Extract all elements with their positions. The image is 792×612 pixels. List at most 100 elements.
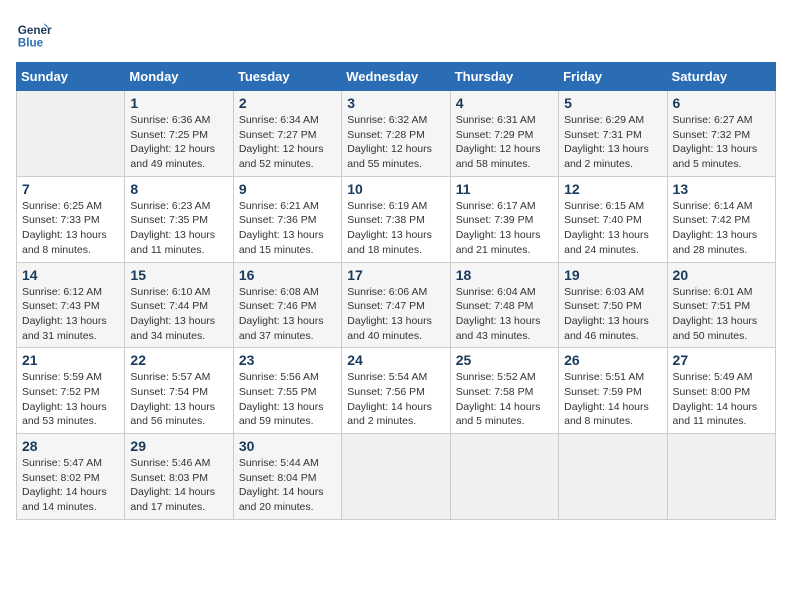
day-info: Sunrise: 5:56 AM Sunset: 7:55 PM Dayligh… xyxy=(239,370,336,429)
calendar-cell: 14 Sunrise: 6:12 AM Sunset: 7:43 PM Dayli… xyxy=(17,262,125,348)
calendar-cell: 9 Sunrise: 6:21 AM Sunset: 7:36 PM Daylig… xyxy=(233,176,341,262)
day-number: 30 xyxy=(239,438,336,454)
day-info: Sunrise: 6:14 AM Sunset: 7:42 PM Dayligh… xyxy=(673,199,770,258)
calendar-cell: 3 Sunrise: 6:32 AM Sunset: 7:28 PM Daylig… xyxy=(342,91,450,177)
day-info: Sunrise: 5:57 AM Sunset: 7:54 PM Dayligh… xyxy=(130,370,227,429)
calendar-week-row: 1 Sunrise: 6:36 AM Sunset: 7:25 PM Daylig… xyxy=(17,91,776,177)
day-number: 7 xyxy=(22,181,119,197)
calendar-cell xyxy=(667,434,775,520)
day-number: 21 xyxy=(22,352,119,368)
day-number: 17 xyxy=(347,267,444,283)
calendar-cell: 16 Sunrise: 6:08 AM Sunset: 7:46 PM Dayli… xyxy=(233,262,341,348)
calendar-cell: 24 Sunrise: 5:54 AM Sunset: 7:56 PM Dayli… xyxy=(342,348,450,434)
calendar-cell: 22 Sunrise: 5:57 AM Sunset: 7:54 PM Dayli… xyxy=(125,348,233,434)
day-number: 22 xyxy=(130,352,227,368)
calendar-cell: 2 Sunrise: 6:34 AM Sunset: 7:27 PM Daylig… xyxy=(233,91,341,177)
day-number: 5 xyxy=(564,95,661,111)
calendar-cell: 20 Sunrise: 6:01 AM Sunset: 7:51 PM Dayli… xyxy=(667,262,775,348)
calendar-cell: 15Sunrise: 6:10 AM Sunset: 7:44 PM Dayli… xyxy=(125,262,233,348)
day-number: 27 xyxy=(673,352,770,368)
calendar-cell: 11 Sunrise: 6:17 AM Sunset: 7:39 PM Dayli… xyxy=(450,176,558,262)
calendar-cell: 28 Sunrise: 5:47 AM Sunset: 8:02 PM Dayli… xyxy=(17,434,125,520)
day-number: 8 xyxy=(130,181,227,197)
day-number: 9 xyxy=(239,181,336,197)
calendar-cell: 7 Sunrise: 6:25 AM Sunset: 7:33 PM Daylig… xyxy=(17,176,125,262)
day-info: Sunrise: 6:25 AM Sunset: 7:33 PM Dayligh… xyxy=(22,199,119,258)
logo-icon: General Blue xyxy=(16,16,52,52)
calendar-week-row: 28 Sunrise: 5:47 AM Sunset: 8:02 PM Dayli… xyxy=(17,434,776,520)
calendar-table: SundayMondayTuesdayWednesdayThursdayFrid… xyxy=(16,62,776,520)
weekday-header: Monday xyxy=(125,63,233,91)
day-info: Sunrise: 5:44 AM Sunset: 8:04 PM Dayligh… xyxy=(239,456,336,515)
calendar-cell xyxy=(450,434,558,520)
calendar-cell xyxy=(342,434,450,520)
calendar-header-row: SundayMondayTuesdayWednesdayThursdayFrid… xyxy=(17,63,776,91)
day-number: 25 xyxy=(456,352,553,368)
day-info: Sunrise: 5:54 AM Sunset: 7:56 PM Dayligh… xyxy=(347,370,444,429)
day-number: 23 xyxy=(239,352,336,368)
logo: General Blue xyxy=(16,16,56,52)
calendar-cell: 12 Sunrise: 6:15 AM Sunset: 7:40 PM Dayli… xyxy=(559,176,667,262)
calendar-cell: 13 Sunrise: 6:14 AM Sunset: 7:42 PM Dayli… xyxy=(667,176,775,262)
calendar-cell: 5 Sunrise: 6:29 AM Sunset: 7:31 PM Daylig… xyxy=(559,91,667,177)
day-info: Sunrise: 6:27 AM Sunset: 7:32 PM Dayligh… xyxy=(673,113,770,172)
day-info: Sunrise: 5:46 AM Sunset: 8:03 PM Dayligh… xyxy=(130,456,227,515)
calendar-cell: 6 Sunrise: 6:27 AM Sunset: 7:32 PM Daylig… xyxy=(667,91,775,177)
calendar-cell: 4Sunrise: 6:31 AM Sunset: 7:29 PM Daylig… xyxy=(450,91,558,177)
calendar-cell: 26 Sunrise: 5:51 AM Sunset: 7:59 PM Dayli… xyxy=(559,348,667,434)
day-number: 28 xyxy=(22,438,119,454)
weekday-header: Sunday xyxy=(17,63,125,91)
day-info: Sunrise: 6:21 AM Sunset: 7:36 PM Dayligh… xyxy=(239,199,336,258)
day-number: 26 xyxy=(564,352,661,368)
day-info: Sunrise: 6:04 AM Sunset: 7:48 PM Dayligh… xyxy=(456,285,553,344)
calendar-cell: 10Sunrise: 6:19 AM Sunset: 7:38 PM Dayli… xyxy=(342,176,450,262)
day-number: 3 xyxy=(347,95,444,111)
day-info: Sunrise: 6:19 AM Sunset: 7:38 PM Dayligh… xyxy=(347,199,444,258)
day-number: 6 xyxy=(673,95,770,111)
calendar-cell: 18 Sunrise: 6:04 AM Sunset: 7:48 PM Dayli… xyxy=(450,262,558,348)
day-info: Sunrise: 6:32 AM Sunset: 7:28 PM Dayligh… xyxy=(347,113,444,172)
calendar-cell: 23 Sunrise: 5:56 AM Sunset: 7:55 PM Dayli… xyxy=(233,348,341,434)
day-info: Sunrise: 5:51 AM Sunset: 7:59 PM Dayligh… xyxy=(564,370,661,429)
day-number: 12 xyxy=(564,181,661,197)
day-info: Sunrise: 6:34 AM Sunset: 7:27 PM Dayligh… xyxy=(239,113,336,172)
day-number: 14 xyxy=(22,267,119,283)
day-info: Sunrise: 6:01 AM Sunset: 7:51 PM Dayligh… xyxy=(673,285,770,344)
weekday-header: Friday xyxy=(559,63,667,91)
weekday-header: Wednesday xyxy=(342,63,450,91)
day-info: Sunrise: 6:31 AM Sunset: 7:29 PM Dayligh… xyxy=(456,113,553,172)
day-info: Sunrise: 6:06 AM Sunset: 7:47 PM Dayligh… xyxy=(347,285,444,344)
calendar-week-row: 21 Sunrise: 5:59 AM Sunset: 7:52 PM Dayli… xyxy=(17,348,776,434)
calendar-cell: 30 Sunrise: 5:44 AM Sunset: 8:04 PM Dayli… xyxy=(233,434,341,520)
day-info: Sunrise: 6:08 AM Sunset: 7:46 PM Dayligh… xyxy=(239,285,336,344)
calendar-cell: 17 Sunrise: 6:06 AM Sunset: 7:47 PM Dayli… xyxy=(342,262,450,348)
day-info: Sunrise: 6:12 AM Sunset: 7:43 PM Dayligh… xyxy=(22,285,119,344)
day-number: 11 xyxy=(456,181,553,197)
day-info: Sunrise: 6:15 AM Sunset: 7:40 PM Dayligh… xyxy=(564,199,661,258)
weekday-header: Thursday xyxy=(450,63,558,91)
calendar-cell xyxy=(559,434,667,520)
day-number: 24 xyxy=(347,352,444,368)
day-number: 13 xyxy=(673,181,770,197)
calendar-cell: 21 Sunrise: 5:59 AM Sunset: 7:52 PM Dayli… xyxy=(17,348,125,434)
day-number: 19 xyxy=(564,267,661,283)
day-info: Sunrise: 6:17 AM Sunset: 7:39 PM Dayligh… xyxy=(456,199,553,258)
day-info: Sunrise: 5:59 AM Sunset: 7:52 PM Dayligh… xyxy=(22,370,119,429)
day-info: Sunrise: 5:47 AM Sunset: 8:02 PM Dayligh… xyxy=(22,456,119,515)
day-number: 20 xyxy=(673,267,770,283)
day-info: Sunrise: 5:52 AM Sunset: 7:58 PM Dayligh… xyxy=(456,370,553,429)
day-info: Sunrise: 6:03 AM Sunset: 7:50 PM Dayligh… xyxy=(564,285,661,344)
day-info: Sunrise: 6:36 AM Sunset: 7:25 PM Dayligh… xyxy=(130,113,227,172)
calendar-cell: 29 Sunrise: 5:46 AM Sunset: 8:03 PM Dayli… xyxy=(125,434,233,520)
day-number: 15 xyxy=(130,267,227,283)
day-number: 29 xyxy=(130,438,227,454)
day-number: 1 xyxy=(130,95,227,111)
day-number: 16 xyxy=(239,267,336,283)
day-number: 18 xyxy=(456,267,553,283)
weekday-header: Saturday xyxy=(667,63,775,91)
day-info: Sunrise: 5:49 AM Sunset: 8:00 PM Dayligh… xyxy=(673,370,770,429)
calendar-cell: 27 Sunrise: 5:49 AM Sunset: 8:00 PM Dayli… xyxy=(667,348,775,434)
day-info: Sunrise: 6:29 AM Sunset: 7:31 PM Dayligh… xyxy=(564,113,661,172)
calendar-cell: 1 Sunrise: 6:36 AM Sunset: 7:25 PM Daylig… xyxy=(125,91,233,177)
day-number: 2 xyxy=(239,95,336,111)
